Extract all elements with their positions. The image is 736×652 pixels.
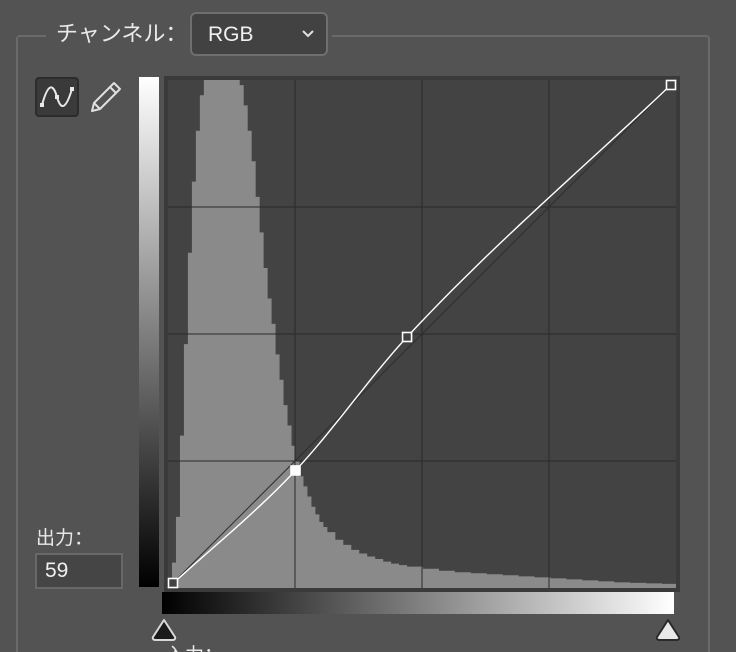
output-label: 出力： [36, 527, 94, 549]
output-value-field[interactable] [35, 553, 123, 589]
white-point-slider[interactable] [654, 617, 682, 643]
curve-tool-icon [40, 86, 74, 107]
input-gradient-bar [162, 592, 674, 614]
input-label: 入力： [166, 644, 223, 652]
curve-point[interactable] [401, 331, 413, 343]
curve-point[interactable] [167, 577, 179, 589]
black-point-slider[interactable] [150, 617, 178, 643]
pencil-draw-tool-button[interactable] [86, 77, 130, 117]
curve-edit-tool-button[interactable] [35, 77, 79, 117]
curve-graph[interactable] [164, 76, 680, 592]
curve-point-selected[interactable] [290, 465, 301, 476]
curves-panel: チャンネル： RGB 出力： 入力： [0, 0, 736, 652]
channel-selected-value: RGB [208, 23, 254, 46]
channel-dropdown[interactable]: RGB [190, 12, 328, 56]
chevron-down-icon [302, 30, 314, 38]
pencil-icon [91, 82, 121, 112]
output-gradient-bar [139, 77, 159, 587]
curve-point[interactable] [665, 79, 677, 91]
channel-label: チャンネル： [56, 22, 188, 47]
